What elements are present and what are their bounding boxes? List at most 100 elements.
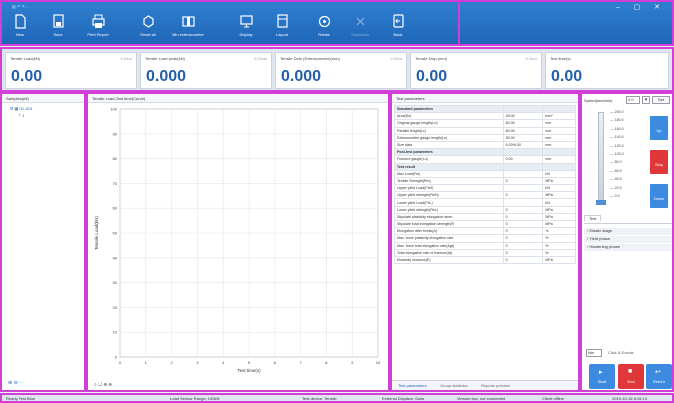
- speed-set-button[interactable]: Set: [652, 96, 670, 104]
- param-value-cell[interactable]: 49.00: [502, 112, 544, 121]
- param-value-cell[interactable]: 50.00: [502, 133, 544, 142]
- load-time-chart[interactable]: 0 1 2 3 4 5 6 7 8 9 100102030405060708090100Test t…: [88, 103, 388, 390]
- parameter-row[interactable]: Lower yield strength(ReL) 0 MPa: [394, 205, 576, 214]
- param-value-cell[interactable]: [502, 169, 544, 178]
- stage-yield[interactable]: › Yield phase: [584, 236, 672, 243]
- parameter-row[interactable]: Area(So) 49.00 mm²: [394, 112, 576, 121]
- parameter-row[interactable]: Size data 6.00*6.00 mm: [394, 140, 576, 150]
- parameter-row[interactable]: Max. force plasticity elongation rate 0%: [394, 234, 576, 243]
- parameter-row[interactable]: Parallel length(Lc) 60.00 mm: [394, 126, 576, 135]
- parameter-row[interactable]: Upper yield strength(ReH) 0 MPa: [394, 191, 576, 200]
- tree-item-root[interactable]: ⊟ ▦ GL-001: [10, 106, 33, 111]
- tab-reports-preview[interactable]: Reports preview: [475, 381, 516, 391]
- print-report-button[interactable]: Print Report: [80, 14, 116, 46]
- param-value-cell[interactable]: [502, 198, 544, 207]
- reset-all-button[interactable]: Reset all: [134, 14, 162, 46]
- return-button[interactable]: ↩ Return: [646, 364, 672, 389]
- param-value-cell[interactable]: [502, 104, 544, 114]
- samples-footer-tools[interactable]: ⊕ ⊖ ⋯: [8, 380, 24, 386]
- parameter-row[interactable]: Original gauge length(Lo) 50.00 mm: [394, 119, 576, 128]
- execute-link[interactable]: Click & Excute: [608, 350, 634, 355]
- window-controls[interactable]: – ▢ ✕: [616, 3, 666, 11]
- stop-button[interactable]: Stop: [650, 150, 668, 174]
- param-unit-cell: [542, 104, 576, 114]
- y-tick-label: 60: [113, 206, 118, 211]
- parameter-row[interactable]: Lower yield Load(FeL) kN: [394, 198, 576, 207]
- param-name-cell: Max. force plasticity elongation rate: [394, 234, 504, 243]
- y-tick-label: 30: [113, 280, 118, 285]
- parameter-row[interactable]: Total elongation rate of fracture(At) 0%: [394, 248, 576, 257]
- zero-button[interactable]: 0 Zero: [525, 56, 537, 61]
- param-name-cell: Original gauge length(Lo): [394, 119, 504, 128]
- param-value-cell[interactable]: [502, 184, 544, 193]
- param-value-cell[interactable]: 0: [502, 234, 544, 243]
- chart-zoom-tools[interactable]: ⌕ ↺ ⊕ ⊖: [94, 382, 112, 388]
- end-button[interactable]: ■ End: [618, 364, 644, 389]
- param-value-cell[interactable]: 0: [502, 255, 544, 265]
- quick-access-bar[interactable]: ▤ ↶ ↷ …: [12, 4, 30, 12]
- clear-button[interactable]: 0 Clear: [254, 56, 267, 61]
- param-value-cell[interactable]: 60.00: [502, 126, 544, 135]
- param-value-cell[interactable]: 0: [502, 205, 544, 214]
- zero-button[interactable]: 0 Zero: [390, 56, 402, 61]
- param-unit-cell: mm: [542, 119, 576, 128]
- save-button[interactable]: Save: [44, 14, 72, 46]
- param-value-cell[interactable]: 0.00: [502, 155, 544, 164]
- parameter-row[interactable]: Max. force total elongation rate(Agt) 0%: [394, 241, 576, 250]
- parameter-section-row[interactable]: Test result: [394, 162, 576, 171]
- stage-elastic[interactable]: › Elastic stage: [584, 228, 672, 235]
- parameter-section-row[interactable]: Standard parameters: [394, 104, 576, 114]
- parameter-row[interactable]: Fracture gauge(Lu) 0.00 mm: [394, 155, 576, 164]
- parameter-row[interactable]: Elasticity modulus(E) 0 MPa: [394, 255, 576, 265]
- stage-hardening[interactable]: › Hardening phase: [584, 244, 672, 251]
- layout-button[interactable]: Layout: [268, 14, 296, 46]
- parameter-row[interactable]: Stipulate total elongation strength(R 0 MP…: [394, 219, 576, 229]
- param-value-cell[interactable]: 0: [502, 219, 544, 229]
- speed-slider-handle[interactable]: [596, 200, 606, 205]
- shutdown-button[interactable]: Shutdown: [344, 14, 376, 46]
- up-button[interactable]: Up: [650, 116, 668, 140]
- param-value-cell[interactable]: 0: [502, 191, 544, 200]
- speed-spinner[interactable]: ▾: [642, 96, 650, 104]
- param-value-cell[interactable]: [502, 162, 544, 171]
- tab-test-parameters[interactable]: Test parameters: [392, 381, 433, 391]
- tab-group-statistics[interactable]: Group statistics: [434, 381, 474, 391]
- param-value-cell[interactable]: 0: [502, 248, 544, 257]
- rotate-button[interactable]: Rotate: [310, 14, 338, 46]
- param-value-cell[interactable]: [502, 148, 544, 157]
- param-unit-cell: %: [542, 248, 576, 257]
- start-button[interactable]: ▸ Start: [589, 364, 615, 389]
- tree-item-child[interactable]: └ 1: [10, 113, 33, 118]
- new-button[interactable]: New: [6, 14, 34, 46]
- param-name-cell: Upper yield Load(FeH): [394, 184, 504, 193]
- tab-test[interactable]: Test: [584, 215, 602, 221]
- min-extensometer-button[interactable]: Min extensometer: [168, 14, 208, 46]
- parameter-row[interactable]: Max.Load(Fm) kN: [394, 169, 576, 178]
- command-input[interactable]: Nm: [586, 349, 602, 357]
- param-value-cell[interactable]: 0: [502, 212, 544, 222]
- param-value-cell[interactable]: 6.00*6.00: [502, 140, 544, 150]
- param-value-cell[interactable]: 0: [502, 176, 544, 186]
- reset-icon: [142, 15, 154, 28]
- zero-button[interactable]: 0 Zero: [120, 56, 132, 61]
- parameter-row[interactable]: Upper yield Load(FeH) kN: [394, 184, 576, 193]
- param-value-cell[interactable]: 50.00: [502, 119, 544, 128]
- parameter-row[interactable]: Extensometer gauge length(Le) 50.00 mm: [394, 133, 576, 142]
- down-button[interactable]: Down: [650, 184, 668, 208]
- parameter-section-row[interactable]: Post-test parameters: [394, 148, 576, 157]
- save-icon: [52, 14, 64, 28]
- back-button[interactable]: Back: [384, 14, 412, 46]
- readout-value: 0.000: [146, 68, 187, 85]
- parameter-row[interactable]: Stipulate plasticity elongation stren 0 MP…: [394, 212, 576, 222]
- speed-slider-track[interactable]: [598, 112, 604, 204]
- speed-input[interactable]: 2.0: [626, 96, 640, 104]
- parameter-row[interactable]: Elongation after break(A) 0%: [394, 227, 576, 236]
- param-unit-cell: [542, 148, 576, 157]
- param-value-cell[interactable]: 0: [502, 227, 544, 236]
- param-name-cell: Elongation after break(A): [394, 227, 504, 236]
- display-button[interactable]: Display: [232, 14, 260, 46]
- scale-tick-label: — 100.0: [610, 151, 624, 156]
- scale-tick-label: — 200.0: [610, 110, 624, 114]
- parameter-row[interactable]: Tensile Strength(Rm) 0 MPa: [394, 176, 576, 186]
- param-value-cell[interactable]: 0: [502, 241, 544, 250]
